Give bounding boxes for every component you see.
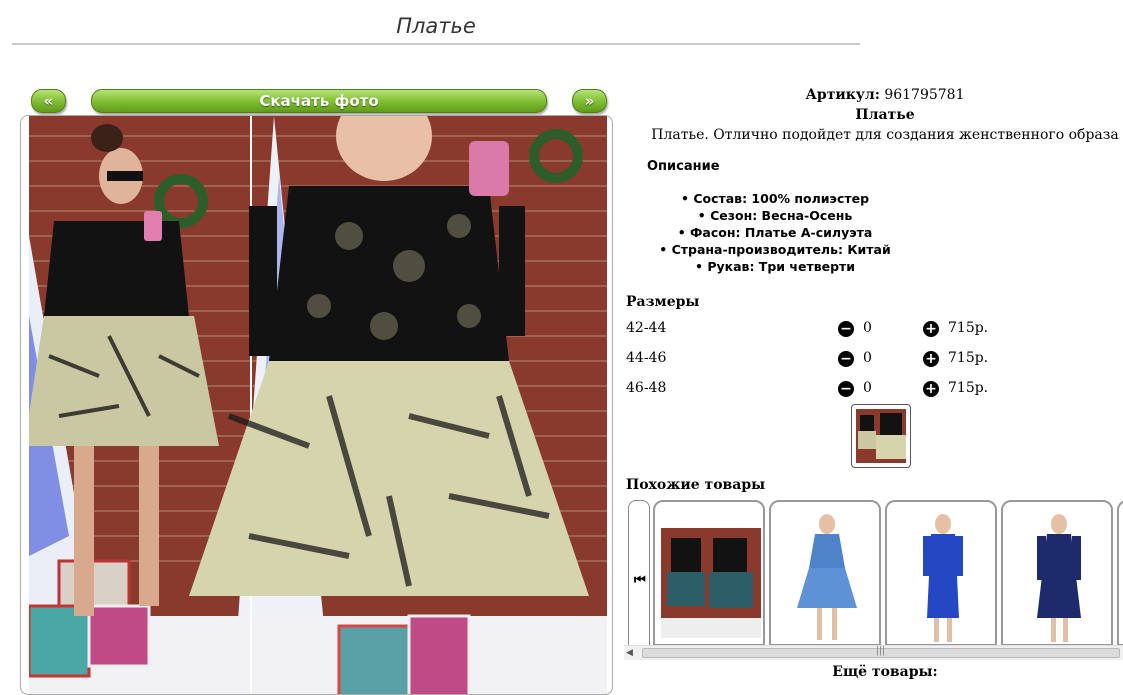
size-label: 44-46	[626, 350, 667, 366]
scroll-left-icon[interactable]: ◀	[626, 648, 633, 658]
quantity-value: 0	[863, 320, 872, 336]
plus-icon[interactable]: +	[923, 351, 939, 367]
scrollbar-thumb[interactable]: |||	[642, 646, 1120, 658]
minus-icon[interactable]: −	[838, 381, 854, 397]
similar-item[interactable]	[1117, 500, 1123, 646]
minus-icon[interactable]: −	[838, 321, 854, 337]
prev-photo-button[interactable]: «	[31, 89, 66, 113]
title-divider	[12, 43, 860, 45]
product-short-description: Платье. Отлично подойдет для создания же…	[651, 127, 1119, 143]
main-product-photo[interactable]	[29, 116, 607, 694]
main-photo-frame	[20, 115, 613, 695]
carousel-scrollbar[interactable]: ◀ |||	[624, 645, 1123, 660]
sku-label: Артикул:	[805, 87, 880, 103]
similar-item[interactable]	[1001, 500, 1113, 646]
plus-icon[interactable]: +	[923, 381, 939, 397]
size-price: 715р.	[948, 320, 989, 336]
grip-icon: |||	[876, 646, 886, 656]
size-label: 46-48	[626, 380, 667, 396]
size-row: 42-44 − 0 + 715р.	[626, 320, 1066, 340]
minus-icon[interactable]: −	[838, 351, 854, 367]
attribute-item: Страна-производитель: Китай	[625, 241, 925, 258]
attribute-item: Состав: 100% полиэстер	[625, 190, 925, 207]
size-row: 46-48 − 0 + 715р.	[626, 380, 1066, 400]
quantity-value: 0	[863, 350, 872, 366]
quantity-value: 0	[863, 380, 872, 396]
skip-back-icon: ⏮	[634, 573, 646, 588]
similar-item[interactable]	[885, 500, 997, 646]
attribute-list: Состав: 100% полиэстер Сезон: Весна-Осен…	[625, 190, 925, 275]
attribute-item: Сезон: Весна-Осень	[625, 207, 925, 224]
photo-thumbnail[interactable]	[851, 404, 911, 468]
product-name: Платье	[855, 107, 915, 123]
download-photo-button[interactable]: Скачать фото	[91, 89, 547, 113]
sku-value: 961795781	[884, 87, 965, 103]
size-price: 715р.	[948, 350, 989, 366]
size-label: 42-44	[626, 320, 667, 336]
similar-item[interactable]	[769, 500, 881, 646]
similar-heading: Похожие товары	[626, 477, 766, 493]
attribute-item: Рукав: Три четверти	[625, 258, 925, 275]
sku-line: Артикул: 961795781	[625, 87, 1123, 103]
sizes-heading: Размеры	[626, 294, 700, 310]
plus-icon[interactable]: +	[923, 321, 939, 337]
similar-carousel: ⏮ ◀ |||	[624, 498, 1123, 660]
size-row: 44-46 − 0 + 715р.	[626, 350, 1066, 370]
description-heading: Описание	[647, 159, 720, 174]
more-products-label: Ещё товары:	[832, 664, 938, 680]
size-price: 715р.	[948, 380, 989, 396]
next-photo-button[interactable]: »	[572, 89, 607, 113]
similar-item[interactable]	[653, 500, 765, 646]
attribute-item: Фасон: Платье А-силуэта	[625, 224, 925, 241]
carousel-prev-button[interactable]: ⏮	[628, 500, 650, 646]
page-title: Платье	[396, 14, 476, 38]
